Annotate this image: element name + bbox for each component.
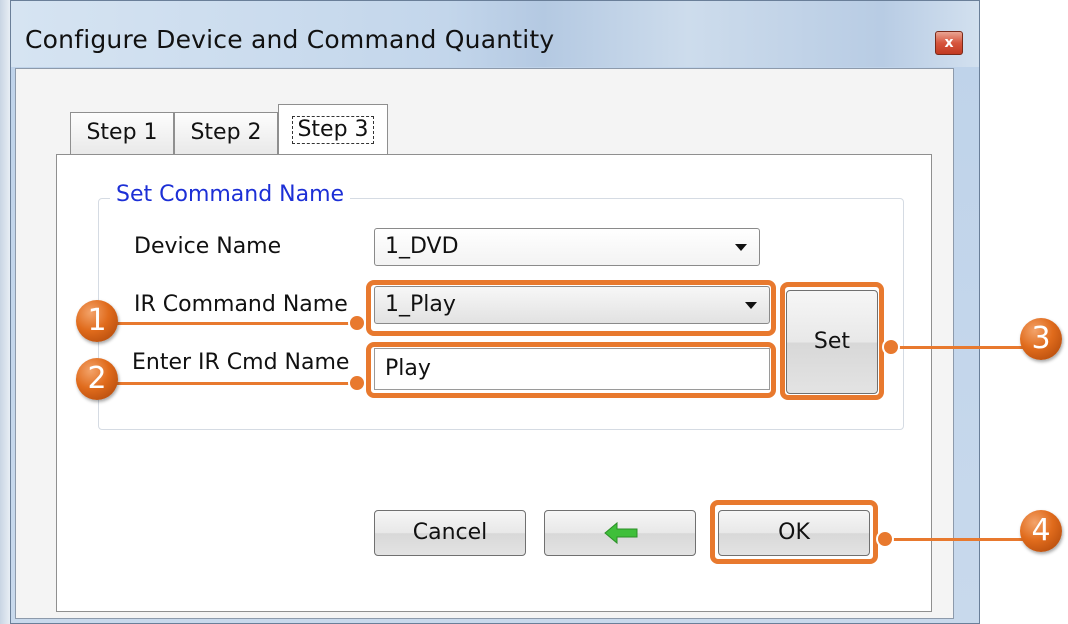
window-title: Configure Device and Command Quantity: [25, 25, 555, 54]
chevron-down-icon: [735, 244, 747, 251]
highlight-cmd-name-input: [366, 342, 776, 398]
callout-1-dot: [348, 314, 366, 332]
device-name-select[interactable]: 1_DVD: [374, 228, 760, 266]
desktop-background: [0, 0, 10, 624]
callout-3-badge: 3: [1020, 318, 1062, 360]
enter-ir-cmd-name-label: Enter IR Cmd Name: [132, 350, 350, 375]
tab-step-1[interactable]: Step 1: [70, 112, 174, 154]
group-title: Set Command Name: [110, 182, 351, 207]
tab-step-2-label: Step 2: [190, 120, 262, 145]
title-bar: Configure Device and Command Quantity x: [11, 1, 979, 67]
callout-2-dot: [348, 374, 366, 392]
callout-2-line: [100, 382, 358, 385]
callout-3-dot: [882, 338, 900, 356]
cancel-button[interactable]: Cancel: [374, 510, 526, 556]
highlight-ir-command: [366, 280, 776, 336]
callout-4-line: [886, 538, 1028, 541]
ir-command-name-label: IR Command Name: [134, 292, 348, 317]
close-button[interactable]: x: [935, 31, 963, 55]
tab-step-1-label: Step 1: [86, 120, 158, 145]
highlight-set-button: [780, 282, 884, 400]
back-arrow-icon: [604, 521, 638, 545]
device-name-value: 1_DVD: [385, 234, 459, 259]
back-button[interactable]: [544, 510, 696, 556]
device-name-label: Device Name: [134, 234, 282, 259]
highlight-ok-button: [710, 500, 878, 564]
callout-4-dot: [876, 530, 894, 548]
tab-step-2[interactable]: Step 2: [174, 112, 278, 154]
callout-3-line: [892, 346, 1028, 349]
tab-step-3-label: Step 3: [292, 116, 374, 144]
callout-1-line: [100, 322, 358, 325]
callout-1-badge: 1: [76, 300, 118, 342]
callout-4-badge: 4: [1020, 510, 1062, 552]
tab-step-3[interactable]: Step 3: [278, 104, 388, 154]
callout-2-badge: 2: [76, 358, 118, 400]
